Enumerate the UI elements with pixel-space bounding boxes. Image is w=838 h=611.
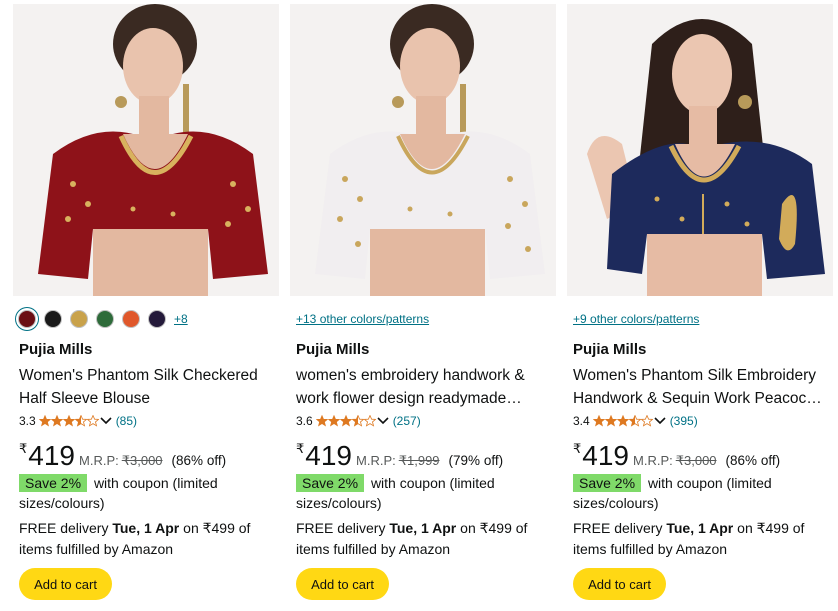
white-embroidered-blouse-photo [290, 4, 556, 296]
currency-symbol: ₹ [296, 441, 305, 456]
price: 419 [305, 440, 352, 471]
color-swatch[interactable] [122, 310, 140, 328]
mrp-value: ₹3,000 [675, 453, 717, 468]
color-swatches: +8 [18, 309, 188, 329]
product-title[interactable]: women's embroidery handwork & work flowe… [296, 364, 556, 410]
save-badge: Save 2% [573, 474, 642, 492]
add-to-cart-button[interactable]: Add to cart [296, 568, 389, 600]
product-image[interactable] [567, 4, 833, 296]
color-swatch[interactable] [70, 310, 88, 328]
mrp-value: ₹3,000 [121, 453, 163, 468]
price-row: ₹ 419 M.R.P: ₹3,000 (86% off) [19, 440, 226, 472]
rating-count[interactable]: (85) [116, 414, 137, 428]
add-to-cart-button[interactable]: Add to cart [19, 568, 112, 600]
rating-row: 3.6 (257) [296, 414, 421, 428]
mrp-label: M.R.P: [356, 453, 396, 468]
rating-value: 3.4 [573, 414, 590, 428]
product-card: +9 other colors/patterns Pujia Mills Wom… [564, 0, 836, 611]
rating-value: 3.6 [296, 414, 313, 428]
delivery-date: Tue, 1 Apr [112, 520, 180, 536]
coupon-line: Save 2% with coupon (limited sizes/colou… [296, 473, 554, 513]
delivery-prefix: FREE delivery [573, 520, 663, 536]
brand-name: Pujia Mills [296, 341, 370, 358]
product-title[interactable]: Women's Phantom Silk Embroidery Handwork… [573, 364, 833, 410]
star-rating-icon[interactable] [315, 415, 376, 427]
discount-percent: (86% off) [171, 453, 227, 468]
rating-count[interactable]: (395) [670, 414, 698, 428]
discount-percent: (86% off) [725, 453, 781, 468]
product-card: +8 Pujia Mills Women's Phantom Silk Chec… [10, 0, 282, 611]
other-colors-link[interactable]: +13 other colors/patterns [296, 312, 429, 326]
product-card: +13 other colors/patterns Pujia Mills wo… [287, 0, 559, 611]
color-swatch[interactable] [96, 310, 114, 328]
product-title-text[interactable]: Women's Phantom Silk Checkered Half Slee… [19, 364, 279, 410]
navy-peacock-blouse-photo [567, 4, 833, 296]
chevron-down-icon[interactable] [100, 414, 112, 428]
add-to-cart-button[interactable]: Add to cart [573, 568, 666, 600]
price-row: ₹ 419 M.R.P: ₹1,999 (79% off) [296, 440, 503, 472]
product-image[interactable] [13, 4, 279, 296]
coupon-line: Save 2% with coupon (limited sizes/colou… [19, 473, 277, 513]
mrp-label: M.R.P: [79, 453, 119, 468]
other-colors-link[interactable]: +9 other colors/patterns [573, 312, 699, 326]
product-image[interactable] [290, 4, 556, 296]
color-swatch[interactable] [44, 310, 62, 328]
color-swatch[interactable] [18, 310, 36, 328]
delivery-date: Tue, 1 Apr [389, 520, 457, 536]
save-badge: Save 2% [19, 474, 88, 492]
brand-name: Pujia Mills [573, 341, 647, 358]
rating-row: 3.4 (395) [573, 414, 698, 428]
currency-symbol: ₹ [19, 441, 28, 456]
more-colors-link[interactable]: +8 [174, 312, 188, 326]
red-embroidered-blouse-photo [13, 4, 279, 296]
price: 419 [582, 440, 629, 471]
product-title-text[interactable]: Women's Phantom Silk Embroidery Handwork… [573, 364, 833, 410]
rating-value: 3.3 [19, 414, 36, 428]
currency-symbol: ₹ [573, 441, 582, 456]
save-badge: Save 2% [296, 474, 365, 492]
coupon-line: Save 2% with coupon (limited sizes/colou… [573, 473, 831, 513]
discount-percent: (79% off) [448, 453, 504, 468]
chevron-down-icon[interactable] [654, 414, 666, 428]
rating-row: 3.3 (85) [19, 414, 137, 428]
delivery-prefix: FREE delivery [19, 520, 109, 536]
product-title-text[interactable]: women's embroidery handwork & work flowe… [296, 364, 556, 410]
product-title[interactable]: Women's Phantom Silk Checkered Half Slee… [19, 364, 279, 410]
delivery-date: Tue, 1 Apr [666, 520, 734, 536]
delivery-info: FREE delivery Tue, 1 Apr on ₹499 of item… [19, 518, 277, 560]
chevron-down-icon[interactable] [377, 414, 389, 428]
star-rating-icon[interactable] [592, 415, 653, 427]
mrp-value: ₹1,999 [398, 453, 440, 468]
price-row: ₹ 419 M.R.P: ₹3,000 (86% off) [573, 440, 780, 472]
mrp-label: M.R.P: [633, 453, 673, 468]
delivery-prefix: FREE delivery [296, 520, 386, 536]
rating-count[interactable]: (257) [393, 414, 421, 428]
brand-name: Pujia Mills [19, 341, 93, 358]
delivery-info: FREE delivery Tue, 1 Apr on ₹499 of item… [573, 518, 831, 560]
color-swatch[interactable] [148, 310, 166, 328]
delivery-info: FREE delivery Tue, 1 Apr on ₹499 of item… [296, 518, 554, 560]
price: 419 [28, 440, 75, 471]
star-rating-icon[interactable] [38, 415, 99, 427]
